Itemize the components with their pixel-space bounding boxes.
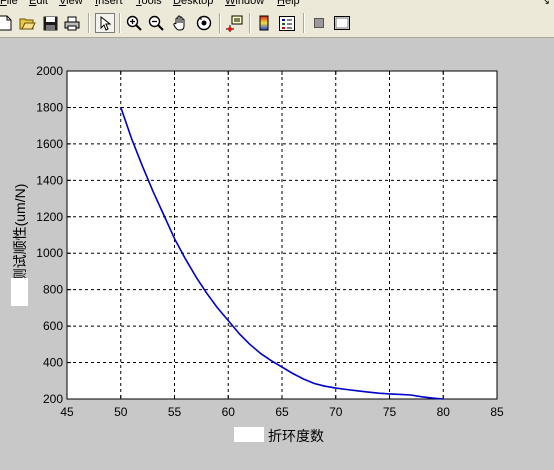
- y-tick-label: 1000: [36, 246, 63, 260]
- y-tick-label: 1200: [36, 210, 63, 224]
- toolbar-separator: [119, 13, 120, 33]
- x-tick-label: 55: [168, 405, 182, 419]
- menu-tools[interactable]: Tools: [136, 0, 162, 7]
- y-axis-label: 测试顺性(um/N): [12, 184, 28, 283]
- x-tick-label: 60: [222, 405, 236, 419]
- y-tick-label: 1800: [36, 100, 63, 114]
- menu-desktop[interactable]: Desktop: [173, 0, 213, 7]
- grid-lines: [67, 71, 497, 400]
- rotate-3d-icon[interactable]: [195, 14, 213, 32]
- new-file-icon[interactable]: [0, 14, 14, 32]
- save-icon[interactable]: [41, 14, 59, 32]
- show-plot-tools-icon[interactable]: [333, 14, 351, 32]
- menu-edit[interactable]: Edit: [29, 0, 48, 7]
- toolbar-separator: [303, 13, 304, 33]
- y-tick-label: 1600: [36, 137, 63, 151]
- toolbar-separator: [249, 13, 250, 33]
- figure-toolbar: [0, 9, 554, 38]
- x-tick-label: 70: [329, 405, 343, 419]
- menu-window[interactable]: Window: [225, 0, 264, 7]
- y-tick-label: 600: [43, 319, 63, 333]
- edit-plot-arrow-icon[interactable]: [95, 13, 115, 33]
- open-folder-icon[interactable]: [18, 14, 36, 32]
- y-tick-label: 2000: [36, 64, 63, 78]
- x-tick-label: 50: [114, 405, 128, 419]
- redacted-area: [234, 427, 264, 442]
- toolbar-separator: [219, 13, 220, 33]
- toolbar-separator: [88, 13, 89, 33]
- menu-bar: File Edit View Insert Tools Desktop Window Help…: [0, 0, 554, 9]
- line-chart: 45 50 55 60 65 70 75 80 85 200 400 600 800 1000 1200 1…: [12, 64, 504, 444]
- y-tick-label: 400: [43, 356, 63, 370]
- menu-view[interactable]: View: [59, 0, 83, 7]
- x-tick-label: 80: [437, 405, 451, 419]
- x-tick-label: 45: [60, 405, 74, 419]
- hide-plot-tools-icon[interactable]: [310, 14, 328, 32]
- zoom-in-icon[interactable]: [125, 14, 143, 32]
- y-tick-label: 800: [43, 283, 63, 297]
- menu-insert[interactable]: Insert: [95, 0, 123, 7]
- print-icon[interactable]: [63, 14, 81, 32]
- colorbar-icon[interactable]: [255, 14, 273, 32]
- figure-canvas: 45 50 55 60 65 70 75 80 85 200 400 600 800 1000 1200 1…: [0, 38, 554, 465]
- x-tick-label: 85: [490, 405, 504, 419]
- menu-file[interactable]: File: [0, 0, 18, 7]
- x-tick-label: 75: [383, 405, 397, 419]
- x-axis-label: 折环度数: [268, 428, 324, 444]
- y-tick-label: 1400: [36, 173, 63, 187]
- menu-help[interactable]: Help: [277, 0, 300, 7]
- window-restore-icon[interactable]: ↘: [542, 0, 550, 7]
- x-tick-label: 65: [275, 405, 289, 419]
- data-cursor-icon[interactable]: [225, 14, 243, 32]
- zoom-out-icon[interactable]: [147, 14, 165, 32]
- y-tick-label: 200: [43, 392, 63, 406]
- redacted-area: [11, 278, 28, 306]
- pan-hand-icon[interactable]: [171, 14, 189, 32]
- legend-icon[interactable]: [278, 14, 296, 32]
- y-tick-labels: 200 400 600 800 1000 1200 1400 1600 1800 2000: [36, 64, 63, 406]
- x-tick-labels: 45 50 55 60 65 70 75 80 85: [60, 405, 504, 419]
